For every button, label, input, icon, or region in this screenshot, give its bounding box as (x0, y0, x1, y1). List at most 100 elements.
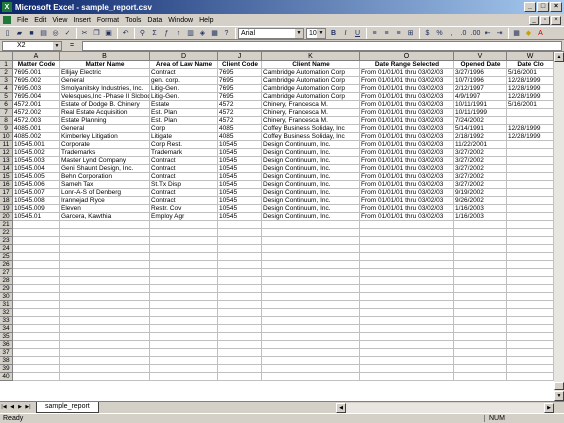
scroll-right-icon[interactable]: ▶ (544, 403, 554, 413)
row-header[interactable]: 20 (0, 213, 13, 221)
chart-wizard-icon[interactable]: ▥ (185, 28, 196, 39)
empty-cell[interactable] (262, 325, 360, 333)
underline-icon[interactable]: U (352, 28, 363, 39)
last-sheet-icon[interactable]: ▶| (24, 403, 32, 412)
table-cell[interactable]: Coffey Business Soliday, Inc (262, 133, 360, 141)
empty-cell[interactable] (60, 237, 150, 245)
function-icon[interactable]: ƒ (161, 28, 172, 39)
row-header[interactable]: 34 (0, 325, 13, 333)
empty-cell[interactable] (454, 237, 507, 245)
empty-cell[interactable] (218, 309, 262, 317)
open-icon[interactable]: ▰ (14, 28, 25, 39)
row-header[interactable]: 28 (0, 277, 13, 285)
table-cell[interactable]: Contract (150, 197, 218, 205)
menu-insert[interactable]: Insert (70, 17, 94, 24)
scroll-thumb[interactable] (554, 382, 564, 390)
formula-input[interactable] (82, 40, 562, 51)
table-cell[interactable]: 10545.004 (13, 165, 60, 173)
table-cell[interactable]: Cambridge Automation Corp (262, 85, 360, 93)
table-cell[interactable]: Cambridge Automation Corp (262, 69, 360, 77)
empty-cell[interactable] (454, 245, 507, 253)
table-cell[interactable]: Design Continuum, Inc. (262, 141, 360, 149)
table-cell[interactable]: From 01/01/01 thru 03/02/03 (360, 93, 454, 101)
row-header[interactable]: 12 (0, 149, 13, 157)
table-cell[interactable]: Litig-Gen. (150, 93, 218, 101)
empty-cell[interactable] (13, 261, 60, 269)
empty-cell[interactable] (13, 325, 60, 333)
empty-cell[interactable] (262, 357, 360, 365)
merge-center-icon[interactable]: ⊞ (405, 28, 416, 39)
empty-cell[interactable] (507, 277, 554, 285)
table-cell[interactable]: 5/16/2001 (507, 101, 554, 109)
table-cell[interactable]: 4572.002 (13, 109, 60, 117)
empty-cell[interactable] (218, 221, 262, 229)
table-cell[interactable]: 10545 (218, 173, 262, 181)
row-header[interactable]: 29 (0, 285, 13, 293)
table-cell[interactable]: From 01/01/01 thru 03/02/03 (360, 181, 454, 189)
menu-view[interactable]: View (49, 17, 70, 24)
table-cell[interactable]: 7695.002 (13, 77, 60, 85)
table-cell[interactable]: From 01/01/01 thru 03/02/03 (360, 125, 454, 133)
table-cell[interactable]: gen. corp. (150, 77, 218, 85)
comma-icon[interactable]: , (446, 28, 457, 39)
row-header[interactable]: 38 (0, 357, 13, 365)
formula-equals-sign[interactable]: = (62, 42, 82, 49)
table-cell[interactable]: Cambridge Automation Corp (262, 77, 360, 85)
chevron-down-icon[interactable]: ▼ (53, 41, 61, 50)
column-header-v[interactable]: V (454, 52, 507, 61)
empty-cell[interactable] (360, 277, 454, 285)
table-cell[interactable]: Est. Plan (150, 109, 218, 117)
chevron-down-icon[interactable]: ▼ (295, 28, 303, 38)
table-cell[interactable]: Contract (150, 157, 218, 165)
table-cell[interactable]: 10545.008 (13, 197, 60, 205)
menu-file[interactable]: File (14, 17, 31, 24)
empty-cell[interactable] (13, 349, 60, 357)
increase-indent-icon[interactable]: ⇥ (494, 28, 505, 39)
empty-cell[interactable] (60, 357, 150, 365)
cut-icon[interactable]: ✂ (79, 28, 90, 39)
minimize-button[interactable]: _ (524, 2, 536, 12)
row-header[interactable]: 11 (0, 141, 13, 149)
row-header[interactable]: 3 (0, 77, 13, 85)
row-header[interactable]: 19 (0, 205, 13, 213)
empty-cell[interactable] (60, 325, 150, 333)
table-cell[interactable]: Kimberley Litigation (60, 133, 150, 141)
table-cell[interactable]: St.Tx Disp (150, 181, 218, 189)
empty-cell[interactable] (262, 341, 360, 349)
empty-cell[interactable] (13, 373, 60, 381)
table-cell[interactable]: Chinery, Francesca M. (262, 117, 360, 125)
empty-cell[interactable] (507, 253, 554, 261)
bold-icon[interactable]: B (328, 28, 339, 39)
empty-cell[interactable] (262, 309, 360, 317)
empty-cell[interactable] (454, 277, 507, 285)
empty-cell[interactable] (507, 237, 554, 245)
empty-cell[interactable] (218, 253, 262, 261)
table-cell[interactable]: 7695 (218, 85, 262, 93)
empty-cell[interactable] (507, 309, 554, 317)
empty-cell[interactable] (262, 253, 360, 261)
empty-cell[interactable] (218, 293, 262, 301)
table-cell[interactable]: Contract (150, 69, 218, 77)
empty-cell[interactable] (218, 237, 262, 245)
empty-cell[interactable] (150, 221, 218, 229)
empty-cell[interactable] (150, 277, 218, 285)
scroll-left-icon[interactable]: ◀ (336, 403, 346, 413)
table-cell[interactable]: 10545 (218, 157, 262, 165)
column-header-d[interactable]: D (150, 52, 218, 61)
empty-cell[interactable] (507, 285, 554, 293)
table-cell[interactable]: Contract (150, 173, 218, 181)
new-icon[interactable]: ▯ (2, 28, 13, 39)
table-cell[interactable] (507, 117, 554, 125)
table-cell[interactable]: From 01/01/01 thru 03/02/03 (360, 149, 454, 157)
empty-cell[interactable] (454, 261, 507, 269)
row-header[interactable]: 32 (0, 309, 13, 317)
table-cell[interactable]: Design Continuum, Inc. (262, 205, 360, 213)
empty-cell[interactable] (218, 301, 262, 309)
table-cell[interactable]: 7/24/2002 (454, 117, 507, 125)
table-cell[interactable]: Estate Planning (60, 117, 150, 125)
font-name-combo[interactable]: Arial ▼ (238, 27, 304, 39)
spelling-icon[interactable]: ✓ (62, 28, 73, 39)
empty-cell[interactable] (60, 221, 150, 229)
empty-cell[interactable] (360, 245, 454, 253)
empty-cell[interactable] (60, 285, 150, 293)
